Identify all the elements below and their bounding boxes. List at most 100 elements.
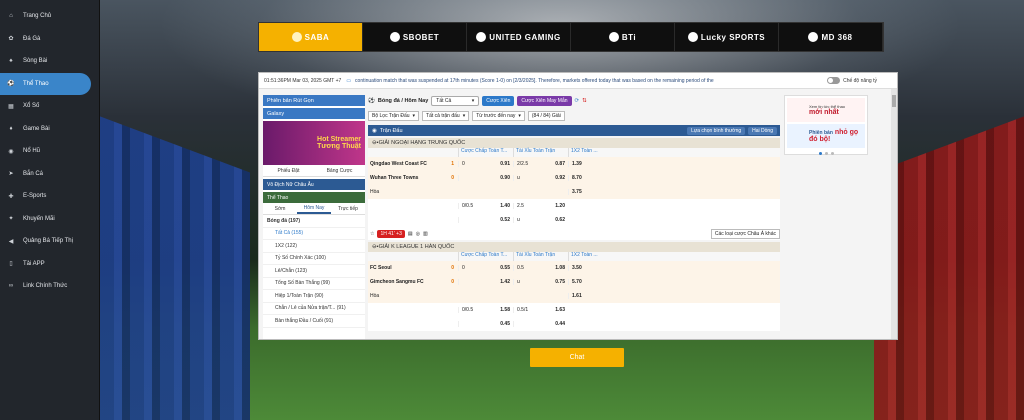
nav-label: Quảng Bá Tiếp Thị bbox=[23, 238, 73, 245]
subtab-0[interactable]: Sớm bbox=[263, 203, 297, 214]
filter-3[interactable]: (84 / 84) Giải bbox=[527, 111, 565, 121]
compact-version-button[interactable]: Phiên bản Rút Gọn bbox=[263, 95, 365, 106]
nav-item-10[interactable]: ◀ Quảng Bá Tiếp Thị bbox=[0, 230, 99, 253]
odds-cell[interactable]: u 0.92 bbox=[513, 175, 568, 181]
odds-cell[interactable]: 1.42 bbox=[458, 279, 513, 285]
nav-item-1[interactable]: ✿ Đá Gà bbox=[0, 28, 99, 51]
tab-bet-list[interactable]: Bảng Cược bbox=[314, 165, 365, 176]
odds-1x2-cell[interactable]: 3.75 bbox=[568, 189, 616, 195]
nav-item-6[interactable]: ◉ Nổ Hũ bbox=[0, 140, 99, 163]
market-item[interactable]: Tất Cả (155) bbox=[263, 228, 365, 240]
filter-2[interactable]: Từ trước đến nay ▾ bbox=[472, 111, 525, 121]
market-item[interactable]: Hiệp 1/Toàn Trận (90) bbox=[263, 290, 365, 303]
nav-item-8[interactable]: ✚ E-Sports bbox=[0, 185, 99, 208]
odds-cell[interactable]: 0.5/1 1.63 bbox=[513, 307, 568, 313]
compact-ad[interactable]: Phiên bản nhỏ gọ đó bộ! bbox=[787, 124, 865, 148]
nav-item-12[interactable]: ∞ Link Chính Thức bbox=[0, 275, 99, 298]
odds-1x2-cell[interactable]: 5.70 bbox=[568, 279, 616, 285]
odds-1x2-cell[interactable]: 1.39 bbox=[568, 161, 616, 167]
odds-1x2-cell[interactable]: 3.50 bbox=[568, 265, 616, 271]
chat-button[interactable]: Chat bbox=[530, 348, 624, 367]
scrollbar[interactable] bbox=[891, 89, 897, 339]
parlay-button[interactable]: Cược Xiên bbox=[482, 96, 515, 106]
sort-select[interactable]: Lựa chọn bình thường bbox=[687, 126, 746, 135]
refresh-icon[interactable]: ⟳ bbox=[575, 98, 580, 104]
team-col-head bbox=[368, 252, 458, 261]
subtab-2[interactable]: Trực tiếp bbox=[331, 203, 365, 214]
odds-boost-toggle-wrap[interactable]: Chế độ nâng tỷ bbox=[827, 77, 897, 84]
provider-3[interactable]: BTi bbox=[571, 23, 675, 51]
odds-value: 0.92 bbox=[555, 175, 565, 181]
provider-2[interactable]: UNITED GAMING bbox=[467, 23, 571, 51]
sort-icon[interactable]: ⇅ bbox=[582, 98, 587, 104]
odds-value: 0.90 bbox=[500, 175, 510, 181]
odds-cell[interactable]: 2.5 1.20 bbox=[513, 203, 568, 209]
odds-cell[interactable]: 2/2.5 0.87 bbox=[513, 161, 568, 167]
market-item[interactable]: Tỷ Số Chính Xác (100) bbox=[263, 253, 365, 265]
stats-icon[interactable]: ▤ bbox=[408, 231, 413, 237]
market-item[interactable]: Tổng Số Bàn Thắng (99) bbox=[263, 278, 365, 290]
handicap: 0 bbox=[462, 161, 465, 167]
market-item[interactable]: Lẻ/Chẵn (123) bbox=[263, 265, 365, 278]
market-select[interactable]: Tất Cả ▾ bbox=[431, 96, 480, 106]
league-header[interactable]: ⊖ ▪ GIẢI NGOẠI HẠNG TRUNG QUỐC bbox=[368, 138, 780, 148]
odds-cell[interactable]: 0.52 bbox=[458, 217, 513, 223]
odds-1x2-cell[interactable]: 1.61 bbox=[568, 293, 616, 299]
filter-0[interactable]: Bộ Lọc Trận Đấu ▾ bbox=[368, 111, 420, 121]
provider-0[interactable]: SABA bbox=[259, 23, 363, 51]
odds-cell[interactable]: u 0.62 bbox=[513, 217, 568, 223]
lines-select[interactable]: Hai Dòng bbox=[748, 126, 777, 135]
odds-cell[interactable]: 0.90 bbox=[458, 175, 513, 181]
filter-1[interactable]: Tất cả trận đấu ▾ bbox=[422, 111, 470, 121]
odds-cell[interactable]: 0.5 1.08 bbox=[513, 265, 568, 271]
nav-item-7[interactable]: ➤ Bắn Cá bbox=[0, 163, 99, 186]
dot[interactable] bbox=[818, 151, 822, 155]
odds-toggle[interactable] bbox=[827, 77, 841, 84]
scroll-thumb[interactable] bbox=[892, 95, 896, 107]
provider-1[interactable]: SBOBET bbox=[363, 23, 467, 51]
gamepad-icon: ✚ bbox=[8, 193, 14, 200]
odds-cell[interactable]: 0.44 bbox=[513, 321, 568, 327]
side-nav: ⌂ Trang Chủ ✿ Đá Gà ♠ Sòng Bài ⚽ Thể Thao ▦ Xổ Số… bbox=[0, 0, 100, 420]
odds-cell[interactable]: 0/0.5 1.40 bbox=[458, 203, 513, 209]
star-icon[interactable]: ☆ bbox=[370, 231, 374, 237]
chart-icon[interactable]: ▥ bbox=[423, 231, 428, 237]
market-item[interactable]: Chẵn / Lẻ của Nửa trận/T... (91) bbox=[263, 303, 365, 315]
other-markets-select[interactable]: Các loại cược Châu Á khác bbox=[710, 228, 780, 239]
league-header[interactable]: ⊖ ▪ GIẢI K LEAGUE 1 HÀN QUỐC bbox=[368, 242, 780, 252]
nav-item-11[interactable]: ▯ Tải APP bbox=[0, 253, 99, 276]
nav-item-3[interactable]: ⚽ Thể Thao bbox=[0, 72, 91, 95]
odds-cell[interactable]: 0 0.91 bbox=[458, 161, 513, 167]
provider-4[interactable]: Lucky SPORTS bbox=[675, 23, 779, 51]
sport-soccer[interactable]: Bóng đá (197) bbox=[263, 215, 365, 228]
nav-item-9[interactable]: ✦ Khuyến Mãi bbox=[0, 208, 99, 231]
lucky-parlay-button[interactable]: Cược Xiên May Mắn bbox=[517, 96, 572, 106]
compact-version-label: Phiên bản Rút Gọn bbox=[267, 97, 314, 104]
dot[interactable] bbox=[824, 151, 828, 155]
nav-item-4[interactable]: ▦ Xổ Số bbox=[0, 95, 99, 118]
provider-5[interactable]: MD 368 bbox=[779, 23, 883, 51]
odds-cell[interactable]: 0/0.5 1.58 bbox=[458, 307, 513, 313]
tv-icon[interactable]: ◎ bbox=[416, 231, 420, 237]
nav-item-0[interactable]: ⌂ Trang Chủ bbox=[0, 5, 99, 28]
subtab-1[interactable]: Hôm Nay bbox=[297, 203, 331, 214]
provider-name: UNITED GAMING bbox=[489, 32, 561, 42]
nav-item-5[interactable]: ♦ Game Bài bbox=[0, 118, 99, 141]
section-sports[interactable]: Thể Thao bbox=[263, 192, 365, 203]
handicap: 0/0.5 bbox=[462, 203, 474, 209]
tab-bet-slip[interactable]: Phiếu Đặt bbox=[263, 165, 314, 176]
galaxy-button[interactable]: Galaxy bbox=[263, 108, 365, 119]
odds-cell[interactable]: 0 0.55 bbox=[458, 265, 513, 271]
nav-item-2[interactable]: ♠ Sòng Bài bbox=[0, 50, 99, 73]
odds-cell[interactable]: 0.45 bbox=[458, 321, 513, 327]
odds-cell[interactable]: u 0.75 bbox=[513, 279, 568, 285]
news-ad[interactable]: Xem tin tức thể thao mới nhất bbox=[787, 98, 865, 122]
streamer-banner[interactable]: Hot Streamer Tương Thuật bbox=[263, 121, 365, 165]
odds-value: 0.52 bbox=[500, 217, 510, 223]
team-name: Qingdao West Coast FC bbox=[370, 161, 427, 167]
odds-1x2-cell[interactable]: 8.70 bbox=[568, 175, 616, 181]
section-womens-euro[interactable]: Vô Địch Nữ Châu Âu bbox=[263, 179, 365, 190]
dot[interactable] bbox=[830, 151, 834, 155]
market-item[interactable]: 1X2 (122) bbox=[263, 240, 365, 253]
market-item[interactable]: Bàn thắng Đầu / Cuối (91) bbox=[263, 315, 365, 328]
